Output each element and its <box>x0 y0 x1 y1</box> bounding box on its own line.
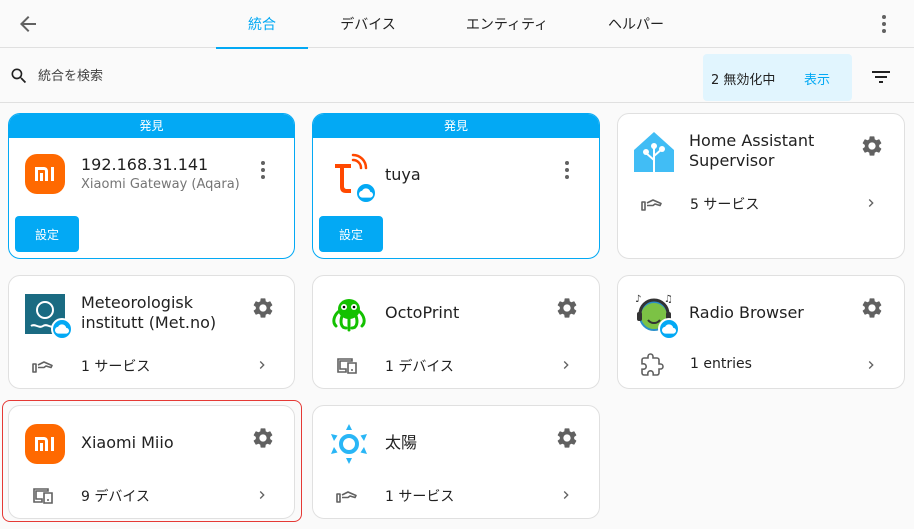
devices-count: 1 デバイス <box>385 359 454 375</box>
services-count: 5 サービス <box>690 197 760 213</box>
dots-vertical-icon <box>565 161 569 179</box>
entries-link[interactable]: 1 entries <box>618 347 904 383</box>
home-assistant-logo <box>632 130 676 174</box>
hand-service-icon <box>336 491 357 503</box>
chevron-right-icon <box>868 361 874 369</box>
services-count: 1 サービス <box>385 489 455 505</box>
integration-title: 192.168.31.141 <box>81 155 209 174</box>
sun-logo <box>327 422 371 466</box>
cloud-icon <box>55 324 69 334</box>
tab-bar: 統合 デバイス エンティティ ヘルパー <box>216 0 686 49</box>
card-xiaomi-miio: Xiaomi Miio 9 デバイス <box>8 405 295 519</box>
integration-title: tuya <box>385 165 421 184</box>
card-menu-button[interactable] <box>251 158 275 182</box>
integration-title: 太陽 <box>385 433 418 452</box>
chevron-right-icon <box>259 491 265 499</box>
tab-devices[interactable]: デバイス <box>308 0 428 48</box>
integration-title: Radio Browser <box>689 303 804 322</box>
devices-icon <box>337 358 357 374</box>
hand-service-icon <box>32 361 53 373</box>
devices-icon <box>33 488 53 504</box>
cloud-badge <box>658 318 680 340</box>
chevron-right-icon <box>563 491 569 499</box>
octoprint-logo <box>327 292 371 336</box>
card-radio-browser: ♪ ♫ Radio Browser 1 entries <box>617 275 905 389</box>
octoprint-icon <box>332 299 366 332</box>
puzzle-icon <box>641 353 664 376</box>
card-octoprint: OctoPrint 1 デバイス <box>312 275 600 389</box>
tab-entities[interactable]: エンティティ <box>428 0 586 48</box>
services-link[interactable]: 5 サービス <box>618 185 904 221</box>
magnify-icon <box>11 68 27 84</box>
cloud-icon <box>662 324 676 334</box>
top-app-bar: 統合 デバイス エンティティ ヘルパー <box>0 0 914 49</box>
disabled-integrations-box: 2 無効化中 表示 <box>703 54 852 101</box>
disabled-count: 2 無効化中 <box>711 73 776 88</box>
chevron-right-icon <box>868 199 874 207</box>
show-disabled-button[interactable]: 表示 <box>804 69 830 88</box>
cloud-badge <box>355 182 377 204</box>
mi-logo-icon <box>35 437 54 451</box>
card-xiaomi-gateway: 発見 192.168.31.141 Xiaomi Gateway (Aqara)… <box>8 113 295 259</box>
svg-text:♪: ♪ <box>635 294 641 305</box>
mi-logo-icon <box>35 167 54 181</box>
cog-icon[interactable] <box>860 296 884 320</box>
svg-text:♫: ♫ <box>664 294 673 305</box>
integration-title: Xiaomi Miio <box>81 433 174 452</box>
discovered-header: 発見 <box>9 114 294 138</box>
card-sun: 太陽 1 サービス <box>312 405 600 519</box>
home-assistant-icon <box>634 132 674 172</box>
cloud-icon <box>359 188 373 198</box>
sun-icon <box>331 424 367 464</box>
card-menu-button[interactable] <box>555 158 579 182</box>
overflow-menu-button[interactable] <box>868 8 900 40</box>
card-met-no: Meteorologisk institutt (Met.no) 1 サービス <box>8 275 295 389</box>
xiaomi-logo <box>25 154 69 198</box>
search-row: 2 無効化中 表示 <box>0 49 914 103</box>
cog-icon[interactable] <box>251 296 275 320</box>
card-supervisor: Home Assistant Supervisor 5 サービス <box>617 113 905 259</box>
chevron-right-icon <box>259 361 265 369</box>
cog-icon[interactable] <box>251 426 275 450</box>
devices-count: 9 デバイス <box>81 489 150 505</box>
services-link[interactable]: 1 サービス <box>9 347 294 383</box>
card-tuya: 発見 tuya 設定 <box>312 113 600 259</box>
arrow-left-icon <box>20 16 36 32</box>
services-count: 1 サービス <box>81 359 151 375</box>
entries-count: 1 entries <box>690 356 752 372</box>
cog-icon[interactable] <box>555 426 579 450</box>
dots-vertical-icon <box>882 15 886 33</box>
cloud-badge <box>51 318 73 340</box>
tab-integrations[interactable]: 統合 <box>216 0 308 49</box>
search-input[interactable] <box>38 63 678 89</box>
services-link[interactable]: 1 サービス <box>313 477 599 513</box>
devices-link[interactable]: 1 デバイス <box>313 347 599 383</box>
chevron-right-icon <box>563 361 569 369</box>
configure-button[interactable]: 設定 <box>319 216 383 252</box>
tab-helpers[interactable]: ヘルパー <box>586 0 686 48</box>
dots-vertical-icon <box>261 161 265 179</box>
back-button[interactable] <box>12 8 44 40</box>
devices-link[interactable]: 9 デバイス <box>9 477 294 513</box>
xiaomi-logo <box>25 424 69 468</box>
integration-title: Meteorologisk institutt (Met.no) <box>81 293 217 332</box>
configure-button[interactable]: 設定 <box>15 216 79 252</box>
cog-icon[interactable] <box>860 134 884 158</box>
integration-title: Home Assistant Supervisor <box>689 131 815 170</box>
integration-title: OctoPrint <box>385 303 460 322</box>
cog-icon[interactable] <box>555 296 579 320</box>
integration-subtitle: Xiaomi Gateway (Aqara) <box>81 177 240 192</box>
discovered-header: 発見 <box>313 114 599 138</box>
filter-variant-icon[interactable] <box>869 65 893 89</box>
hand-service-icon <box>641 199 662 211</box>
